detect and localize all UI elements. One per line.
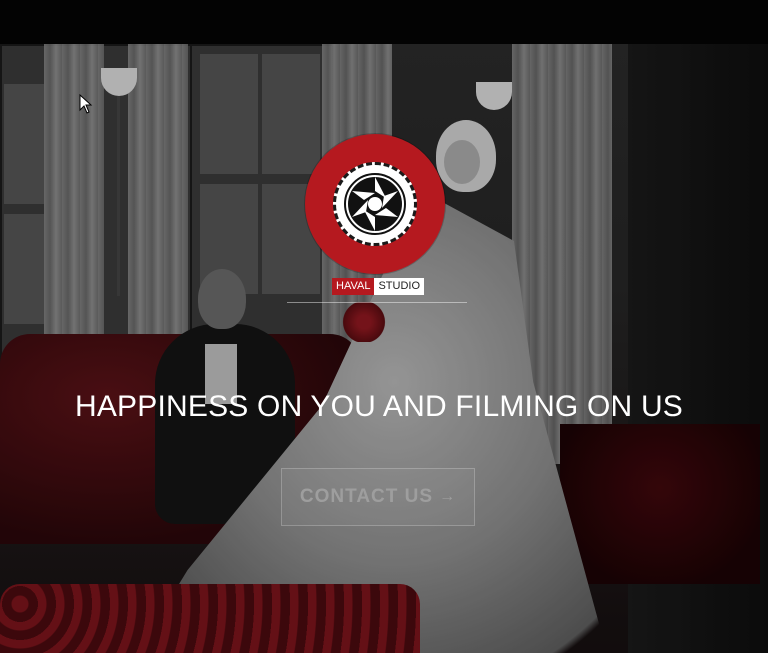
brand-name: HAVAL STUDIO bbox=[332, 278, 425, 295]
hero-section: HAVAL STUDIO HAPPINESS ON YOU AND FILMIN… bbox=[0, 44, 768, 653]
brand-name-part1: HAVAL bbox=[332, 278, 375, 295]
top-bar bbox=[0, 0, 768, 44]
contact-us-label: CONTACT US bbox=[299, 486, 434, 507]
arrow-right-icon: → bbox=[439, 488, 457, 505]
divider bbox=[287, 302, 467, 303]
brand-name-part2: STUDIO bbox=[374, 278, 425, 295]
aperture-graphic bbox=[344, 173, 406, 235]
mouse-cursor-icon bbox=[79, 94, 93, 114]
studio-logo[interactable] bbox=[305, 134, 445, 274]
contact-us-button[interactable]: CONTACT US → bbox=[281, 468, 475, 526]
camera-aperture-icon bbox=[333, 162, 417, 246]
hero-headline: HAPPINESS ON YOU AND FILMING ON US bbox=[74, 390, 684, 423]
